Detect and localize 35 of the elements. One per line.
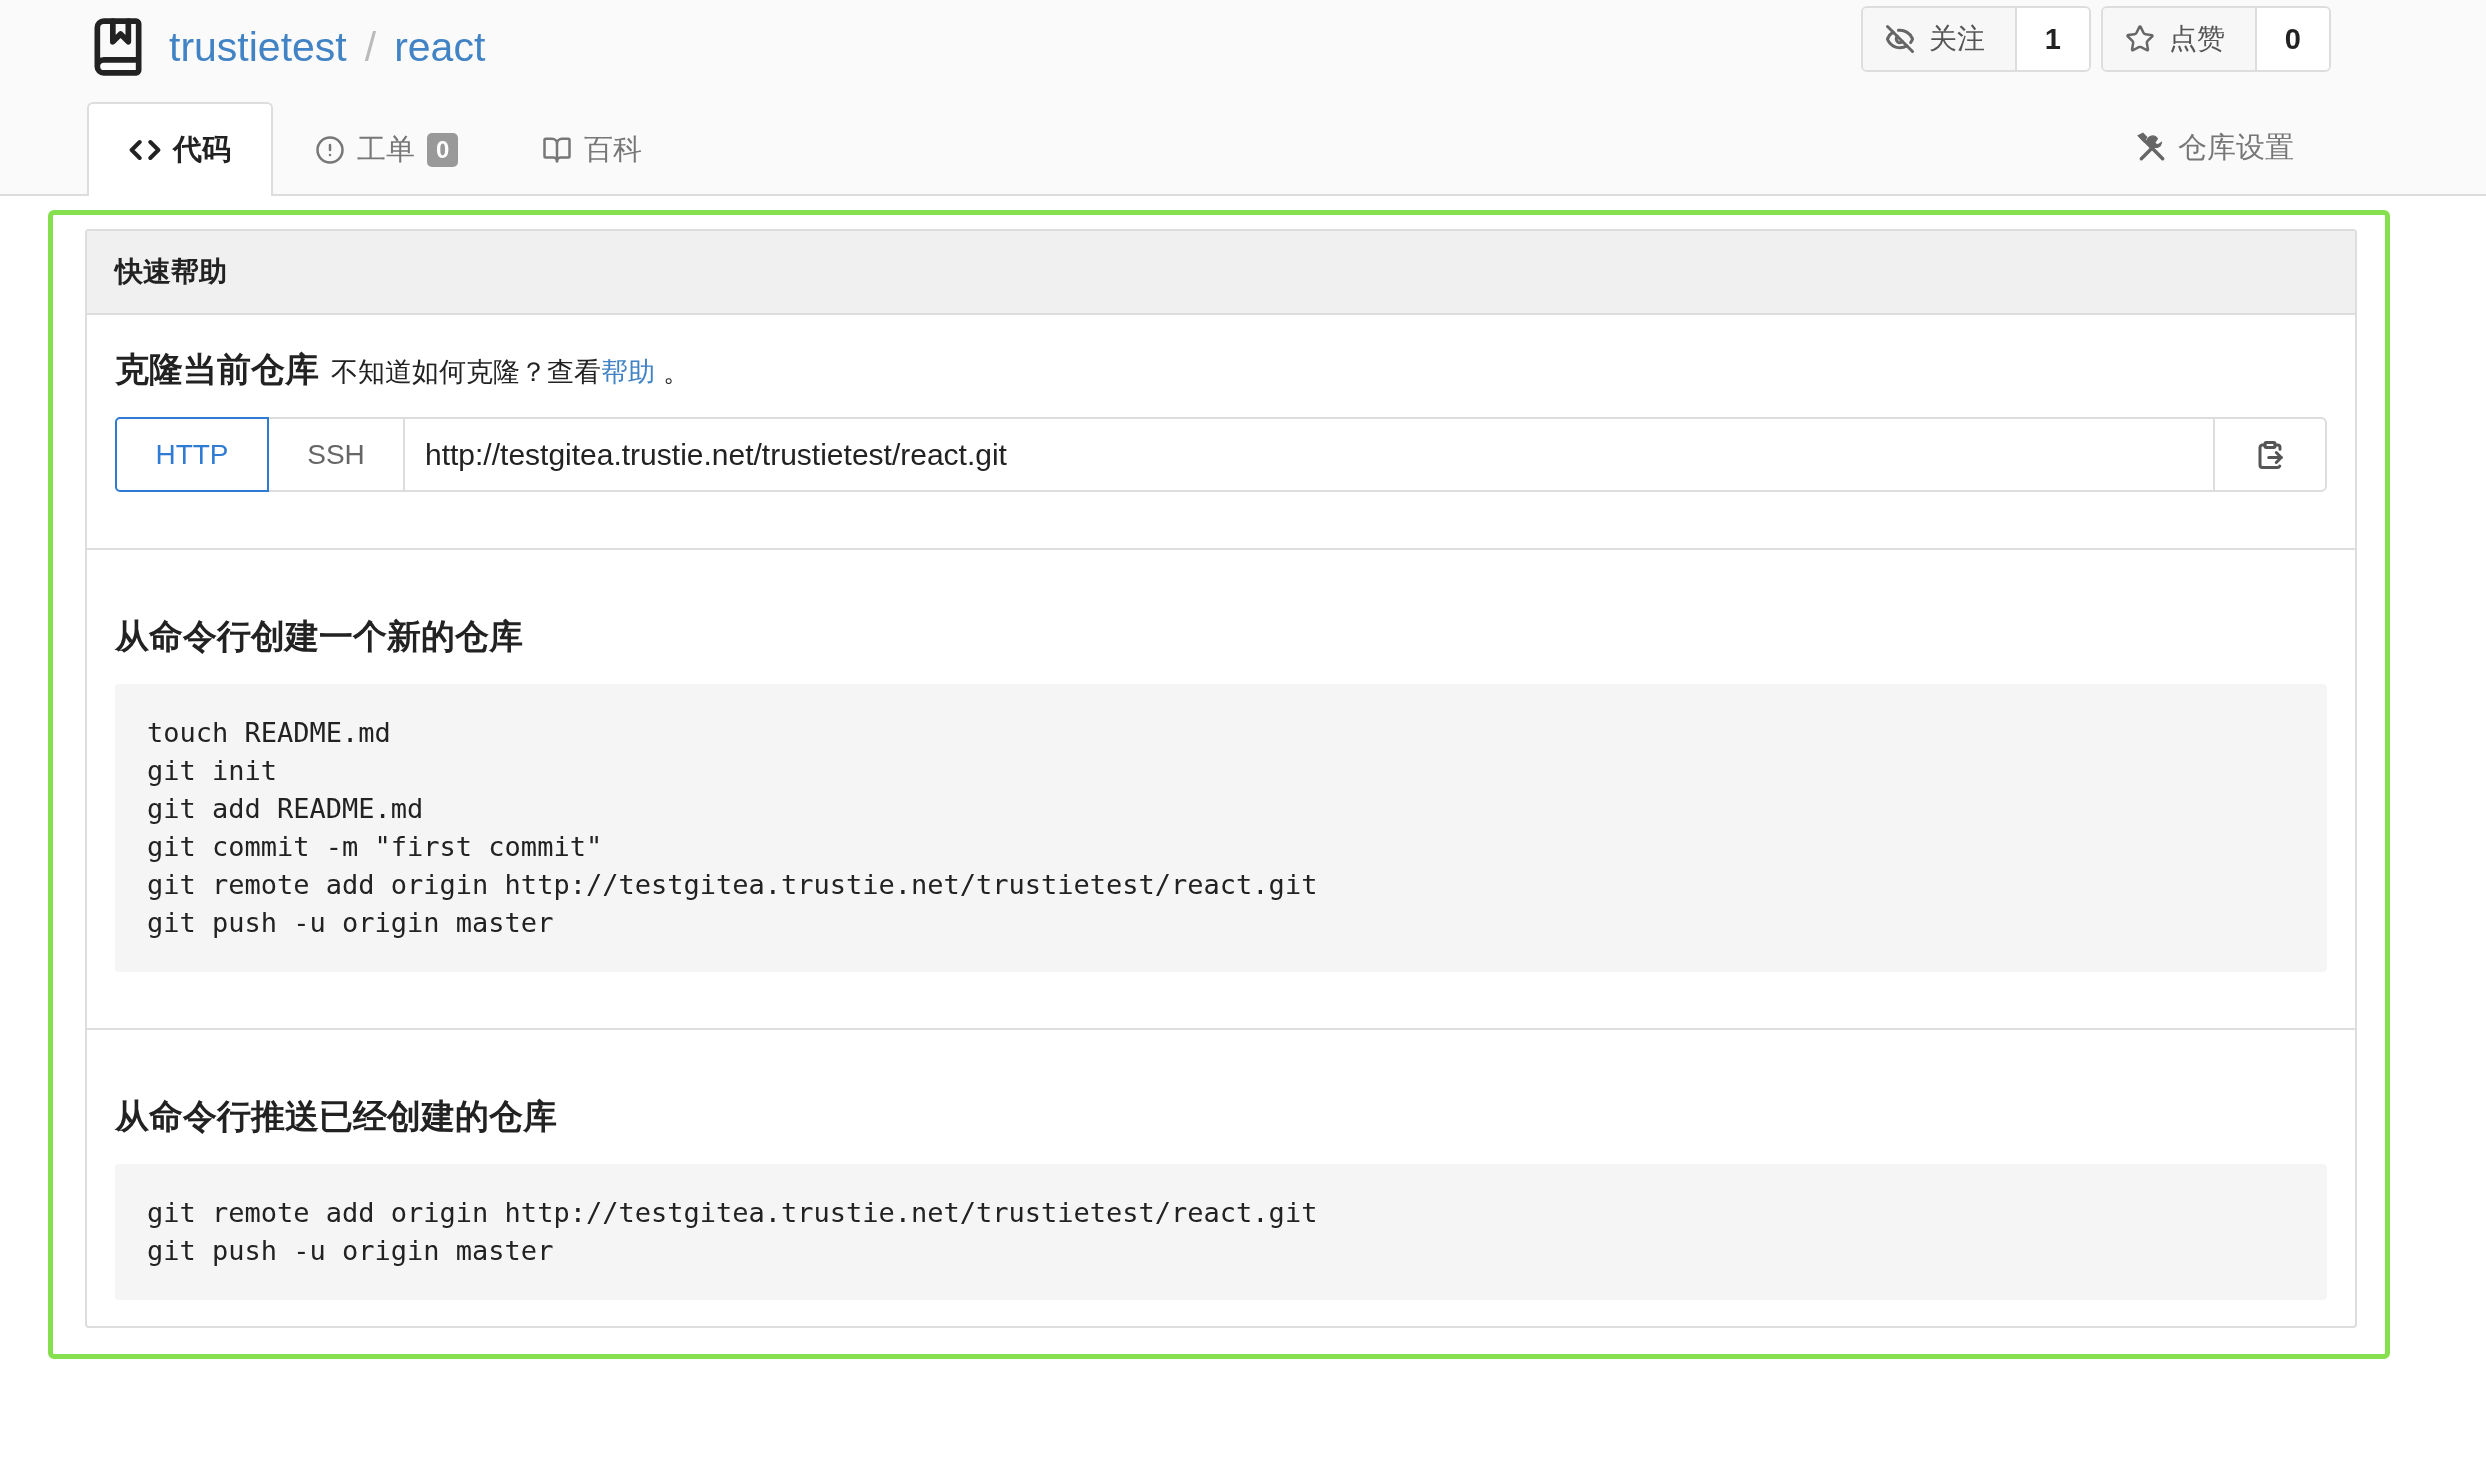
code-line: touch README.md <box>147 716 392 750</box>
settings-link[interactable]: 仓库设置 <box>2130 102 2300 194</box>
section-title: 从命令行创建一个新的仓库 <box>115 616 524 657</box>
code-line: git remote add origin http://testgitea.trustie.net/trustietest/react.git <box>147 868 1319 902</box>
path-separator: / <box>364 23 377 71</box>
clone-url-field[interactable]: http://testgitea.trustie.net/trustietest/react.git <box>403 417 2215 492</box>
star-count[interactable]: 0 <box>2256 8 2329 70</box>
repo-tab[interactable]: 百科 <box>500 102 685 196</box>
code-line: git push -u origin master <box>147 906 555 940</box>
section-title: 从命令行推送已经创建的仓库 <box>115 1096 558 1137</box>
code-line: git init <box>147 754 279 788</box>
clone-hint: 不知道如何克隆？查看帮助 。 <box>331 356 690 389</box>
help-link[interactable]: 帮助 <box>601 357 655 387</box>
watch-button[interactable]: 关注 <box>1862 8 2017 70</box>
repo-tab[interactable]: 工单 0 <box>273 102 501 196</box>
code-line: git push -u origin master <box>147 1234 555 1268</box>
clone-title: 克隆当前仓库 <box>115 349 319 390</box>
copy-button[interactable] <box>2213 417 2327 492</box>
count-badge: 0 <box>427 133 459 167</box>
code-line: git remote add origin http://testgitea.trustie.net/trustietest/react.git <box>147 1196 1319 1230</box>
star-button[interactable]: 点赞 <box>2102 8 2257 70</box>
protocol-button[interactable]: HTTP <box>115 417 269 492</box>
code-line: git add README.md <box>147 792 425 826</box>
book-icon <box>542 135 573 165</box>
star-icon <box>2124 24 2155 54</box>
watch-count[interactable]: 1 <box>2016 8 2089 70</box>
code-line: git commit -m "first commit" <box>147 830 604 864</box>
clipboard-icon <box>2255 439 2285 470</box>
repo-link[interactable]: react <box>394 23 486 71</box>
eye-slash-icon <box>1884 24 1915 54</box>
alert-circle-icon <box>315 135 345 165</box>
repo-tab[interactable]: 代码 <box>87 102 273 196</box>
panel-title: 快速帮助 <box>87 231 2355 315</box>
owner-link[interactable]: trustietest <box>169 23 347 71</box>
protocol-button[interactable]: SSH <box>267 417 405 492</box>
